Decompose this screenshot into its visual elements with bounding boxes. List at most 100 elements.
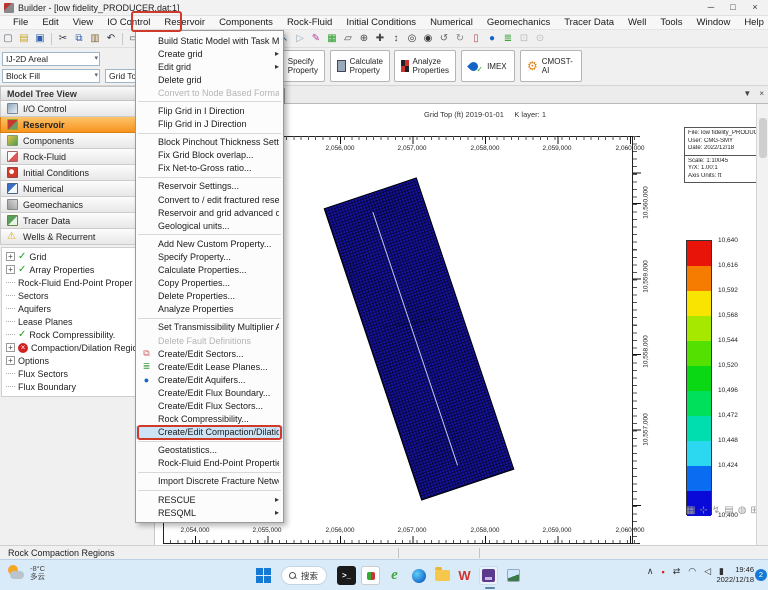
tree-item-lease-planes[interactable]: Lease Planes — [4, 315, 152, 328]
analyze-properties-button[interactable]: Analyze Properties — [394, 50, 456, 82]
wifi-icon[interactable]: ◠ — [688, 566, 696, 577]
menu-item[interactable]: ⧉Create/Edit Sectors... — [136, 347, 283, 360]
start-button[interactable] — [256, 568, 271, 583]
taskbar-app-photos[interactable] — [504, 566, 523, 585]
expand-icon[interactable]: + — [6, 356, 15, 365]
sidebar-item-components[interactable]: Components — [0, 133, 154, 149]
menu-item[interactable]: Calculate Properties... — [136, 264, 283, 277]
tree-item-sectors[interactable]: Sectors — [4, 289, 152, 302]
sidebar-item-io-control[interactable]: I/O Control — [0, 101, 154, 117]
cmost-ai-button[interactable]: ⚙ CMOST-AI — [520, 50, 582, 82]
menu-item[interactable]: Rock-Fluid End-Point Properties... — [136, 457, 283, 470]
tree-item-compaction-dilation[interactable]: +×Compaction/Dilation Region — [4, 341, 152, 354]
tab-list-icon[interactable]: ▼ — [743, 89, 751, 98]
menu-item[interactable]: Fix Grid Block overlap... — [136, 149, 283, 162]
menu-item[interactable]: ●Create/Edit Aquifers... — [136, 373, 283, 386]
tree-item-array-properties[interactable]: +✓Array Properties — [4, 263, 152, 276]
save-icon[interactable]: ▣ — [32, 32, 48, 46]
tray-settings-icon[interactable]: ⇄ — [673, 566, 681, 577]
menu-item[interactable]: Create/Edit Flux Sectors... — [136, 399, 283, 412]
move-vertical-icon[interactable]: ↕ — [388, 32, 404, 46]
tree-item-aquifers[interactable]: Aquifers — [4, 302, 152, 315]
menu-io-control[interactable]: IO Control — [100, 16, 157, 30]
maximize-button[interactable]: □ — [722, 0, 744, 15]
menu-view[interactable]: View — [66, 16, 100, 30]
tray-app-icon[interactable]: ▪ — [662, 567, 665, 577]
rotate-icon[interactable]: ↺ — [436, 32, 452, 46]
probe-icon[interactable]: ⊕ — [356, 32, 372, 46]
copy-icon[interactable]: ⧉ — [71, 32, 87, 46]
taskbar-app-terminal[interactable]: >_ — [337, 566, 356, 585]
menu-tools[interactable]: Tools — [653, 16, 689, 30]
menu-item[interactable]: Edit grid — [136, 60, 283, 73]
report-icon[interactable]: ▯ — [468, 32, 484, 46]
menu-item[interactable]: ≣Create/Edit Lease Planes... — [136, 360, 283, 373]
imex-button[interactable]: ✓ IMEX — [461, 50, 515, 82]
menu-edit[interactable]: Edit — [35, 16, 65, 30]
menu-item[interactable]: Analyze Properties — [136, 303, 283, 316]
menu-item[interactable]: Add New Custom Property... — [136, 237, 283, 250]
sidebar-item-reservoir[interactable]: Reservoir — [0, 117, 154, 133]
menu-item[interactable]: Reservoir Settings... — [136, 180, 283, 193]
fill-mode-dropdown[interactable]: Block Fill ▾ — [2, 69, 100, 83]
menu-well[interactable]: Well — [621, 16, 653, 30]
minimize-button[interactable]: ─ — [700, 0, 722, 15]
sidebar-item-numerical[interactable]: Numerical — [0, 181, 154, 197]
vertical-scrollbar[interactable] — [756, 104, 768, 545]
expand-icon[interactable]: + — [6, 252, 15, 261]
tree-item-flux-boundary[interactable]: Flux Boundary — [4, 380, 152, 393]
edit-pencil-icon[interactable]: ✎ — [308, 32, 324, 46]
pointer-icon[interactable]: ▷ — [292, 32, 308, 46]
expand-icon[interactable]: + — [6, 343, 15, 352]
taskbar-app-file-explorer[interactable] — [433, 566, 452, 585]
scrollbar-thumb[interactable] — [759, 118, 767, 158]
menu-item[interactable]: RESCUE — [136, 493, 283, 506]
menu-reservoir[interactable]: Reservoir — [157, 16, 212, 30]
new-file-icon[interactable]: ▢ — [0, 32, 16, 46]
taskbar-weather-widget[interactable]: -8°C 多云 — [6, 564, 45, 582]
menu-item[interactable]: Create/Edit Flux Boundary... — [136, 386, 283, 399]
aquifer-drop-icon[interactable]: ● — [484, 32, 500, 46]
sidebar-item-geomechanics[interactable]: Geomechanics — [0, 197, 154, 213]
menu-item[interactable]: Import Discrete Fracture Networks... — [136, 475, 283, 488]
menu-item[interactable]: Flip Grid in I Direction — [136, 104, 283, 117]
menu-item[interactable]: Create grid — [136, 47, 283, 60]
open-folder-icon[interactable]: ▤ — [16, 32, 32, 46]
sidebar-item-tracer-data[interactable]: Tracer Data — [0, 213, 154, 229]
menu-item[interactable]: Rock Compressibility... — [136, 413, 283, 426]
menu-item[interactable]: Delete grid — [136, 73, 283, 86]
tray-chevron-up-icon[interactable]: ∧ — [647, 566, 654, 577]
zoom-in-icon[interactable]: ◎ — [404, 32, 420, 46]
zoom-out-icon[interactable]: ◉ — [420, 32, 436, 46]
sidebar-item-rock-fluid[interactable]: Rock-Fluid — [0, 149, 154, 165]
menu-file[interactable]: File — [6, 16, 35, 30]
person-tool-icon[interactable]: ⊹ — [699, 505, 707, 516]
menu-item[interactable]: Set Transmissibility Multiplier Across F… — [136, 321, 283, 334]
tree-item-grid[interactable]: +✓Grid — [4, 250, 152, 263]
menu-item[interactable]: Convert to / edit fractured reservoir... — [136, 193, 283, 206]
sidebar-item-initial-conditions[interactable]: Initial Conditions — [0, 165, 154, 181]
tab-close-icon[interactable]: × — [759, 89, 764, 98]
menu-item[interactable]: RESQML — [136, 506, 283, 519]
menu-geomechanics[interactable]: Geomechanics — [480, 16, 557, 30]
menu-rock-fluid[interactable]: Rock-Fluid — [280, 16, 339, 30]
layers-tool-icon[interactable]: ▤ — [724, 505, 733, 516]
tree-item-flux-sectors[interactable]: Flux Sectors — [4, 367, 152, 380]
taskbar-clock[interactable]: 19:46 2022/12/18 — [716, 565, 754, 584]
cut-icon[interactable]: ✂ — [55, 32, 71, 46]
taskbar-app-builder-active[interactable] — [479, 566, 498, 585]
close-button[interactable]: × — [744, 0, 766, 15]
menu-initial-conditions[interactable]: Initial Conditions — [339, 16, 423, 30]
sidebar-item-wells-recurrent[interactable]: ⚠Wells & Recurrent — [0, 229, 154, 245]
menu-numerical[interactable]: Numerical — [423, 16, 480, 30]
pan-icon[interactable]: ✚ — [372, 32, 388, 46]
tree-item-rock-compressibility[interactable]: ✓Rock Compressibility. — [4, 328, 152, 341]
refresh-icon[interactable]: ↻ — [452, 32, 468, 46]
grid-2d-icon[interactable]: ⊙ — [532, 32, 548, 46]
menu-item[interactable]: Reservoir and grid advanced options... — [136, 206, 283, 219]
taskbar-app-ie[interactable]: e — [385, 566, 404, 585]
taskbar-app-wps[interactable]: W — [455, 566, 474, 585]
polygon-select-icon[interactable]: ▱ — [340, 32, 356, 46]
undo-icon[interactable]: ↶ — [103, 32, 119, 46]
taskbar-search[interactable]: 搜索 — [281, 566, 327, 585]
